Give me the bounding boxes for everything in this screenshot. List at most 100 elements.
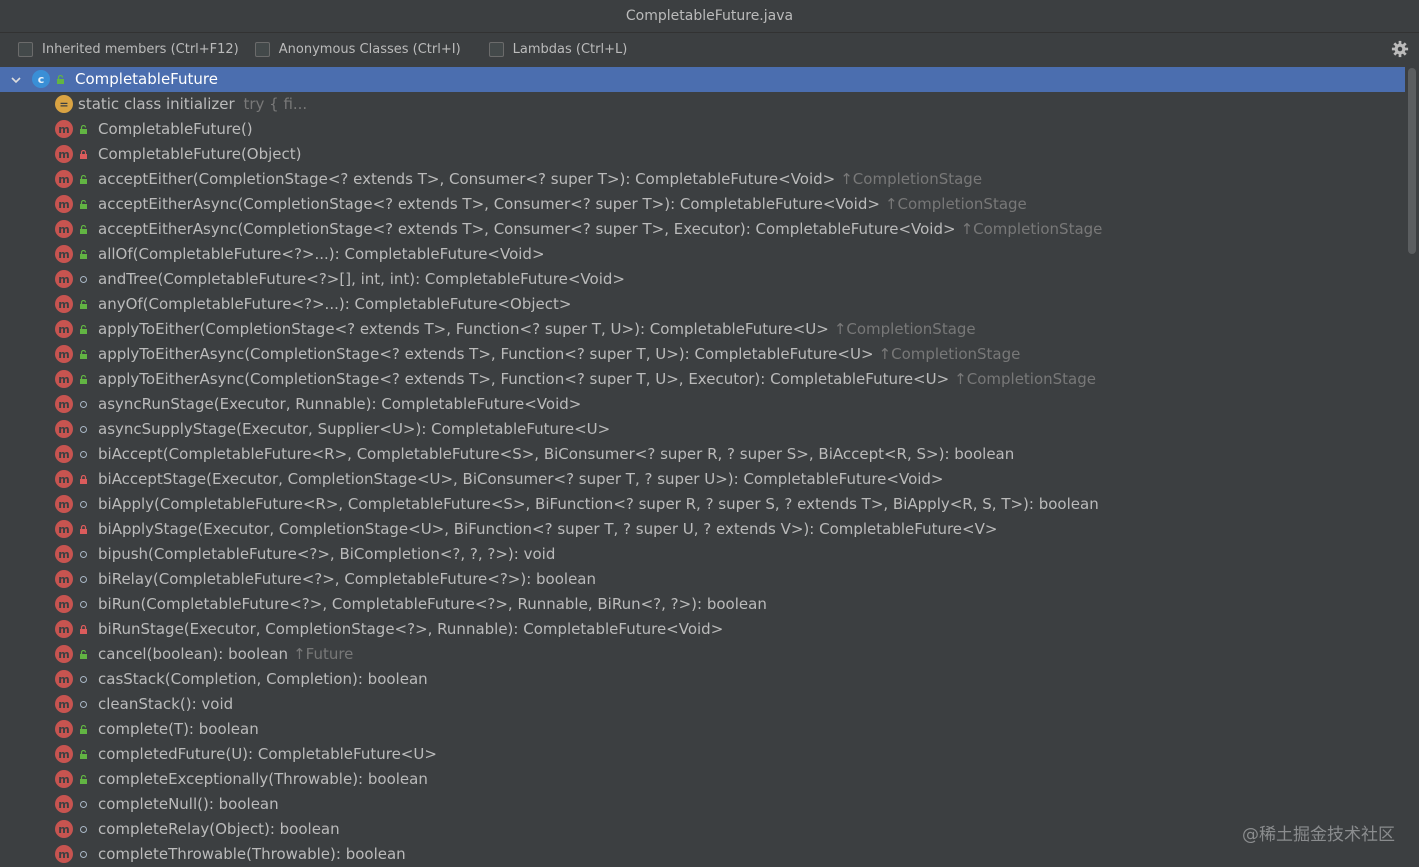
member-text: acceptEitherAsync(CompletionStage<? exte…: [98, 220, 1102, 239]
method-icon: m: [55, 545, 73, 563]
initializer-label: static class initializer: [78, 95, 235, 113]
member-row[interactable]: m asyncRunStage(Executor, Runnable): Comp…: [0, 392, 1405, 417]
package-private-icon: [80, 401, 87, 408]
member-row[interactable]: m CompletableFuture(Object): [0, 142, 1405, 167]
method-icon: m: [55, 445, 73, 463]
public-lock-icon: [80, 175, 87, 184]
member-row[interactable]: m completeNull(): boolean: [0, 792, 1405, 817]
member-text: cleanStack(): void: [98, 695, 233, 714]
method-icon: m: [55, 620, 73, 638]
member-row[interactable]: m biAccept(CompletableFuture<R>, Completa…: [0, 442, 1405, 467]
member-signature: applyToEitherAsync(CompletionStage<? ext…: [98, 370, 950, 388]
member-row[interactable]: m asyncSupplyStage(Executor, Supplier<U>)…: [0, 417, 1405, 442]
member-signature: cancel(boolean): boolean: [98, 645, 289, 663]
member-text: asyncSupplyStage(Executor, Supplier<U>):…: [98, 420, 610, 439]
member-text: completeExceptionally(Throwable): boolea…: [98, 770, 428, 789]
member-signature: allOf(CompletableFuture<?>...): Completa…: [98, 245, 545, 263]
member-row[interactable]: m applyToEither(CompletionStage<? extends…: [0, 317, 1405, 342]
package-private-icon: [80, 851, 87, 858]
private-lock-icon: [80, 525, 87, 534]
member-row[interactable]: m andTree(CompletableFuture<?>[], int, in…: [0, 267, 1405, 292]
gear-icon[interactable]: [1391, 40, 1409, 58]
member-text: casStack(Completion, Completion): boolea…: [98, 670, 428, 689]
inherited-members-checkbox[interactable]: Inherited members (Ctrl+F12): [18, 42, 239, 57]
method-icon: m: [55, 245, 73, 263]
member-row[interactable]: m completeExceptionally(Throwable): boole…: [0, 767, 1405, 792]
member-row[interactable]: m complete(T): boolean: [0, 717, 1405, 742]
member-row[interactable]: m bipush(CompletableFuture<?>, BiCompleti…: [0, 542, 1405, 567]
initializer-icon: =: [55, 95, 73, 113]
member-row[interactable]: m biRun(CompletableFuture<?>, Completable…: [0, 592, 1405, 617]
public-lock-icon: [80, 325, 87, 334]
method-icon: m: [55, 270, 73, 288]
scrollbar-thumb[interactable]: [1408, 68, 1416, 254]
member-row[interactable]: m biApply(CompletableFuture<R>, Completab…: [0, 492, 1405, 517]
member-signature: completeRelay(Object): boolean: [98, 820, 340, 838]
member-row[interactable]: m cancel(boolean): boolean ↑Future: [0, 642, 1405, 667]
method-icon: m: [55, 395, 73, 413]
package-private-icon: [80, 276, 87, 283]
member-row[interactable]: m biRunStage(Executor, CompletionStage<?>…: [0, 617, 1405, 642]
member-row[interactable]: m acceptEitherAsync(CompletionStage<? ext…: [0, 217, 1405, 242]
checkbox-box[interactable]: [18, 42, 33, 57]
member-signature: completeThrowable(Throwable): boolean: [98, 845, 406, 863]
checkbox-box[interactable]: [254, 42, 270, 57]
static-initializer-row[interactable]: = static class initializer try { fi...: [0, 92, 1405, 117]
initializer-text: static class initializer try { fi...: [78, 95, 307, 114]
package-private-icon: [80, 451, 87, 458]
member-row[interactable]: m acceptEitherAsync(CompletionStage<? ext…: [0, 192, 1405, 217]
method-icon: m: [55, 370, 73, 388]
inherited-from-label: ↑CompletionStage: [840, 170, 983, 188]
member-row[interactable]: m anyOf(CompletableFuture<?>...): Complet…: [0, 292, 1405, 317]
anonymous-classes-checkbox[interactable]: Anonymous Classes (Ctrl+I): [254, 42, 461, 57]
initializer-hint: try { fi...: [243, 95, 308, 113]
member-signature: completedFuture(U): CompletableFuture<U>: [98, 745, 437, 763]
checkbox-box[interactable]: [488, 42, 504, 57]
lambdas-checkbox[interactable]: Lambdas (Ctrl+L): [488, 42, 627, 57]
package-private-icon: [80, 576, 87, 583]
member-text: biApply(CompletableFuture<R>, Completabl…: [98, 495, 1099, 514]
package-private-icon: [80, 601, 87, 608]
member-row[interactable]: m completedFuture(U): CompletableFuture<U…: [0, 742, 1405, 767]
member-text: cancel(boolean): boolean ↑Future: [98, 645, 353, 664]
method-icon: m: [55, 795, 73, 813]
method-icon: m: [55, 345, 73, 363]
member-row[interactable]: m allOf(CompletableFuture<?>...): Complet…: [0, 242, 1405, 267]
member-signature: biRelay(CompletableFuture<?>, Completabl…: [98, 570, 597, 588]
member-row[interactable]: m biAcceptStage(Executor, CompletionStage…: [0, 467, 1405, 492]
member-text: andTree(CompletableFuture<?>[], int, int…: [98, 270, 625, 289]
member-row[interactable]: m completeThrowable(Throwable): boolean: [0, 842, 1405, 867]
package-private-icon: [80, 676, 87, 683]
member-row[interactable]: m casStack(Completion, Completion): boole…: [0, 667, 1405, 692]
member-row[interactable]: m applyToEitherAsync(CompletionStage<? ex…: [0, 342, 1405, 367]
inherited-from-label: ↑CompletionStage: [878, 345, 1021, 363]
tree-root-row[interactable]: c CompletableFuture: [0, 67, 1405, 92]
member-text: asyncRunStage(Executor, Runnable): Compl…: [98, 395, 581, 414]
member-signature: casStack(Completion, Completion): boolea…: [98, 670, 428, 688]
member-signature: biApplyStage(Executor, CompletionStage<U…: [98, 520, 998, 538]
member-signature: biAccept(CompletableFuture<R>, Completab…: [98, 445, 1015, 463]
watermark: @稀土掘金技术社区: [1242, 825, 1395, 845]
method-icon: m: [55, 470, 73, 488]
member-text: biRun(CompletableFuture<?>, CompletableF…: [98, 595, 767, 614]
member-row[interactable]: m completeRelay(Object): boolean: [0, 817, 1405, 842]
member-text: applyToEitherAsync(CompletionStage<? ext…: [98, 345, 1020, 364]
structure-tree[interactable]: c CompletableFuture = static class initi…: [0, 66, 1419, 867]
member-text: applyToEither(CompletionStage<? extends …: [98, 320, 976, 339]
member-row[interactable]: m biApplyStage(Executor, CompletionStage<…: [0, 517, 1405, 542]
public-lock-icon: [57, 75, 64, 84]
method-icon: m: [55, 720, 73, 738]
member-row[interactable]: m acceptEither(CompletionStage<? extends …: [0, 167, 1405, 192]
member-row[interactable]: m CompletableFuture(): [0, 117, 1405, 142]
chevron-down-icon[interactable]: [10, 74, 22, 86]
inherited-from-label: ↑CompletionStage: [833, 320, 976, 338]
member-text: applyToEitherAsync(CompletionStage<? ext…: [98, 370, 1096, 389]
method-icon: m: [55, 845, 73, 863]
member-signature: CompletableFuture(Object): [98, 145, 302, 163]
member-row[interactable]: m applyToEitherAsync(CompletionStage<? ex…: [0, 367, 1405, 392]
member-row[interactable]: m cleanStack(): void: [0, 692, 1405, 717]
member-signature: acceptEitherAsync(CompletionStage<? exte…: [98, 220, 956, 238]
member-row[interactable]: m biRelay(CompletableFuture<?>, Completab…: [0, 567, 1405, 592]
member-text: biApplyStage(Executor, CompletionStage<U…: [98, 520, 997, 539]
public-lock-icon: [80, 725, 87, 734]
